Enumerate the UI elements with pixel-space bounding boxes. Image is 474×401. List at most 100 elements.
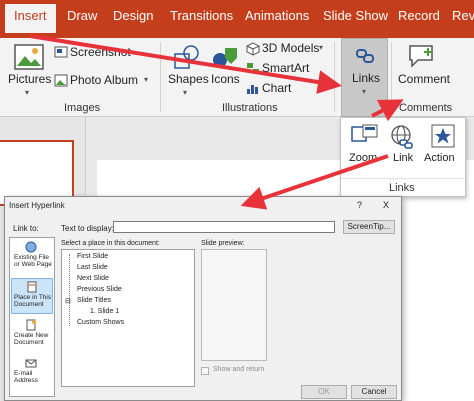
smartart-icon: [247, 63, 259, 74]
nav-place-in-document[interactable]: Place in This Document: [11, 278, 53, 314]
link-label: Link: [393, 152, 414, 164]
nav-create-new-document[interactable]: Create New Document: [11, 318, 53, 352]
screentip-button[interactable]: ScreenTip...: [343, 220, 395, 234]
document-icon: [27, 281, 37, 293]
smartart-button[interactable]: SmartArt: [246, 60, 326, 78]
3d-models-icon: [246, 42, 260, 56]
link-button[interactable]: Link: [387, 122, 419, 168]
ribbon: Pictures ▾ Screenshot Photo Album ▾ Imag…: [0, 38, 474, 117]
text-to-display-input[interactable]: [113, 221, 335, 233]
chevron-down-icon: ▾: [144, 75, 149, 84]
text-to-display-label: Text to display:: [61, 224, 114, 233]
tree-item-slide-titles[interactable]: Slide Titles: [77, 297, 111, 304]
action-button[interactable]: Action: [423, 122, 461, 168]
show-and-return-label: Show and return: [213, 366, 265, 373]
action-label: Action: [424, 152, 455, 164]
tree-line: [69, 254, 70, 326]
nav-create-new-document-label: Create New Document: [14, 332, 49, 346]
show-and-return-checkbox[interactable]: [201, 367, 209, 375]
place-tree: First Slide Last Slide Next Slide Previo…: [61, 249, 195, 387]
photo-album-button[interactable]: Photo Album ▾: [54, 72, 154, 92]
slide-preview: [201, 249, 267, 361]
help-button[interactable]: ?: [357, 200, 362, 210]
chevron-down-icon: ▾: [25, 88, 30, 97]
zoom-label: Zoom: [349, 152, 378, 164]
shapes-button[interactable]: Shapes ▾: [167, 40, 209, 100]
group-divider: [334, 42, 335, 112]
tree-item-previous-slide[interactable]: Previous Slide: [77, 286, 122, 293]
tree-item-last-slide[interactable]: Last Slide: [77, 264, 108, 271]
dialog-title: Insert Hyperlink: [9, 201, 65, 210]
nav-existing-file[interactable]: Existing File or Web Page: [11, 240, 53, 274]
3d-models-label: 3D Models: [262, 41, 320, 55]
links-button[interactable]: Links ▾: [341, 38, 388, 117]
chevron-down-icon: ▾: [362, 87, 367, 96]
close-button[interactable]: X: [383, 200, 389, 210]
tab-record[interactable]: Record: [398, 8, 440, 23]
ok-button[interactable]: OK: [301, 385, 347, 399]
chevron-down-icon: ▾: [319, 43, 324, 52]
chart-label: Chart: [262, 81, 292, 95]
new-document-icon: [26, 319, 36, 331]
nav-email-address[interactable]: E-mail Address: [11, 356, 53, 390]
tree-item-first-slide[interactable]: First Slide: [77, 253, 108, 260]
preview-heading: Slide preview:: [201, 240, 245, 247]
link-globe-icon: [391, 125, 413, 149]
illustrations-group-label: Illustrations: [222, 102, 278, 114]
pictures-label: Pictures: [8, 72, 52, 86]
place-heading: Select a place in this document:: [61, 240, 160, 247]
links-group-label: Links: [389, 182, 415, 194]
tab-review[interactable]: Rev: [452, 8, 474, 23]
tree-item-slide-1[interactable]: 1. Slide 1: [90, 308, 119, 315]
shapes-icon: [174, 45, 199, 69]
chevron-down-icon: ▾: [183, 88, 188, 97]
nav-existing-file-label: Existing File or Web Page: [14, 254, 52, 268]
images-group-label: Images: [64, 102, 101, 114]
icons-icon: [213, 48, 237, 67]
comments-group-label: Comments: [399, 102, 453, 114]
tab-animations[interactable]: Animations: [245, 8, 309, 23]
tree-item-next-slide[interactable]: Next Slide: [77, 275, 109, 282]
chart-button[interactable]: Chart: [246, 80, 306, 98]
link-to-label: Link to:: [13, 224, 39, 233]
chart-icon: [247, 85, 258, 94]
links-dropdown: Zoom Link Action Links: [340, 117, 466, 197]
ribbon-tab-bar: Insert Draw Design Transitions Animation…: [0, 0, 474, 38]
zoom-button[interactable]: Zoom: [347, 122, 383, 168]
screenshot-label: Screenshot: [70, 45, 131, 59]
links-label: Links: [352, 71, 381, 85]
insert-hyperlink-dialog: Insert Hyperlink ? X Link to: Text to di…: [4, 196, 402, 401]
icons-label: Icons: [211, 72, 240, 86]
action-star-icon: [431, 124, 455, 148]
cancel-button[interactable]: Cancel: [351, 385, 397, 399]
nav-place-in-document-label: Place in This Document: [14, 294, 52, 308]
tab-insert[interactable]: Insert: [5, 4, 56, 33]
nav-email-address-label: E-mail Address: [14, 370, 38, 384]
comment-icon: [409, 45, 433, 68]
tree-item-custom-shows[interactable]: Custom Shows: [77, 319, 124, 326]
group-divider: [391, 42, 392, 112]
comment-label: Comment: [398, 72, 451, 86]
tab-draw[interactable]: Draw: [67, 8, 97, 23]
screenshot-button[interactable]: Screenshot: [54, 44, 154, 64]
divider: [341, 178, 465, 179]
icons-button[interactable]: Icons: [208, 40, 242, 90]
screenshot-icon: [54, 46, 68, 58]
tab-design[interactable]: Design: [113, 8, 153, 23]
zoom-icon: [351, 124, 378, 142]
tab-transitions[interactable]: Transitions: [170, 8, 233, 23]
link-icon: [356, 49, 374, 63]
shapes-label: Shapes: [168, 72, 209, 86]
3d-models-button[interactable]: 3D Models ▾: [246, 40, 336, 58]
email-icon: [25, 359, 37, 368]
pictures-icon: [14, 44, 44, 70]
link-to-nav: Existing File or Web Page Place in This …: [9, 237, 55, 397]
smartart-label: SmartArt: [262, 61, 310, 75]
photo-album-label: Photo Album: [70, 73, 139, 87]
globe-icon: [25, 241, 37, 253]
group-divider: [160, 42, 161, 112]
comment-button[interactable]: Comment: [396, 40, 450, 100]
pictures-button[interactable]: Pictures ▾: [8, 40, 52, 106]
tab-slide-show[interactable]: Slide Show: [323, 8, 388, 23]
tree-collapse-icon[interactable]: ⊟: [65, 297, 71, 305]
